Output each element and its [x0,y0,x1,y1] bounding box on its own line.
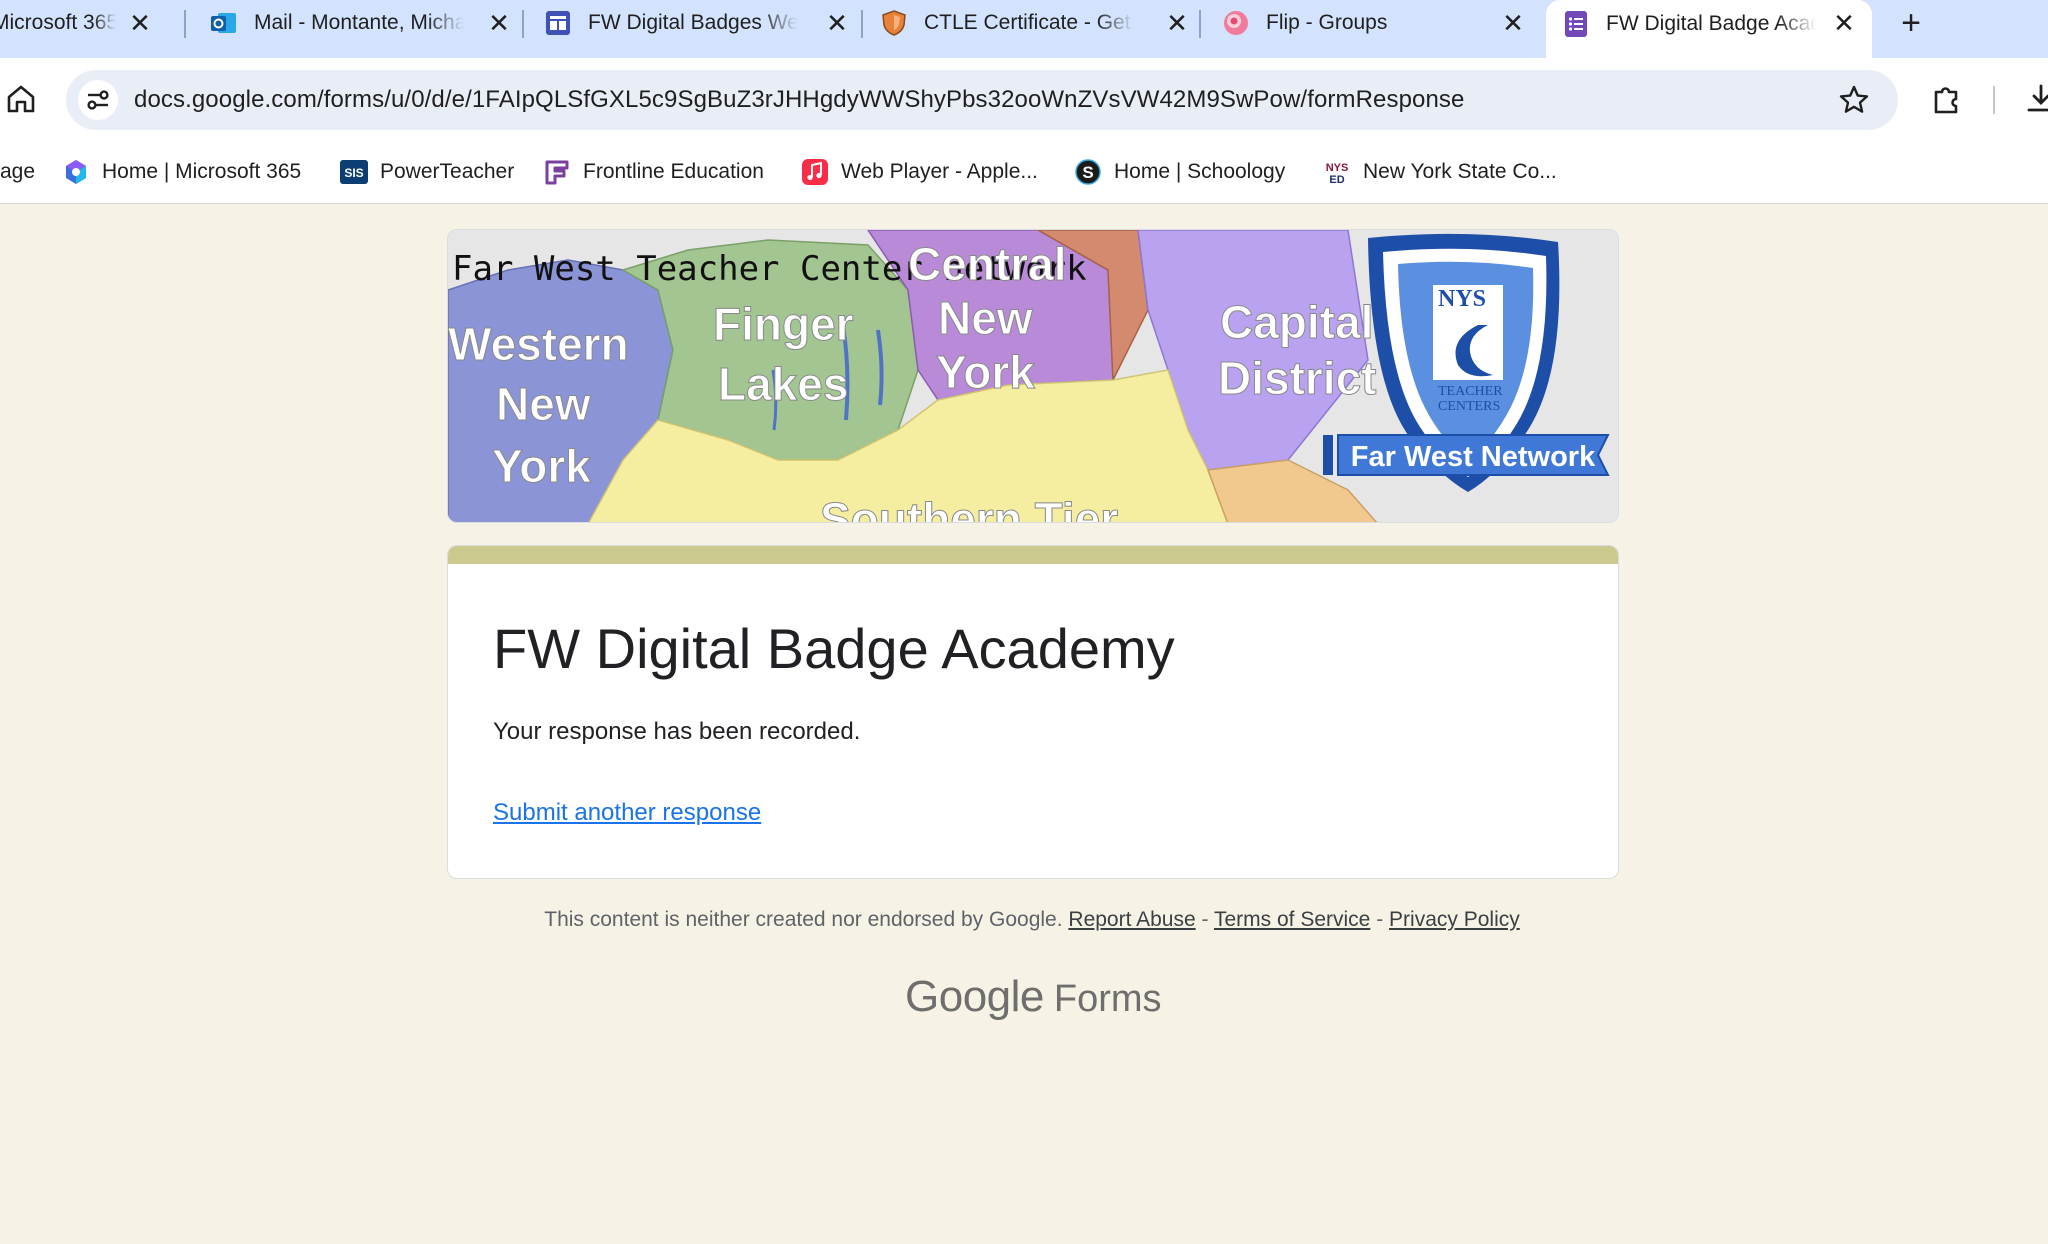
close-tab-icon[interactable]: ✕ [126,9,154,37]
svg-text:TEACHER: TEACHER [1438,384,1503,399]
tab-title: Mail - Montante, Michael [254,11,464,34]
footer-separator: - [1376,908,1384,931]
bookmark-label: Web Player - Apple... [841,160,1038,183]
label-finger: Finger [713,298,854,350]
schoology-icon: S [1074,158,1102,186]
svg-text:ED: ED [1329,174,1344,186]
sis-icon: SIS [340,158,368,186]
form-footer: This content is neither created nor endo… [0,908,2048,932]
brand-forms-text: Forms [1053,978,1162,1020]
new-tab-button[interactable]: + [1892,4,1930,42]
sis-badge-text: SIS [344,166,363,180]
form-header-banner: Far West Teacher Center network Western … [447,229,1619,523]
close-tab-icon[interactable]: ✕ [1830,9,1858,37]
privacy-policy-link[interactable]: Privacy Policy [1389,908,1520,931]
label-district: District [1218,352,1376,404]
tab-title: FW Digital Badges Website [588,11,798,34]
svg-text:CENTERS: CENTERS [1438,399,1500,414]
footer-disclaimer: This content is neither created nor endo… [544,908,1063,931]
tab-flip-groups[interactable]: Flip - Groups ✕ [1206,0,1541,46]
footer-separator: - [1201,908,1209,931]
form-title: FW Digital Badge Academy [493,617,1175,680]
tab-strip: Microsoft 365 ✕ Mail - Montante, Michael… [0,0,2048,58]
extensions-puzzle-icon[interactable] [1930,82,1964,116]
bookmark-web-player-apple[interactable]: Web Player - Apple... [801,156,1038,188]
frontline-icon [543,158,571,186]
google-forms-icon [1562,10,1590,38]
bookmark-powerteacher[interactable]: SIS PowerTeacher [340,156,514,188]
tab-title: FW Digital Badge Academy [1606,12,1816,35]
apple-music-icon [801,158,829,186]
tab-fw-digital-badge-academy[interactable]: FW Digital Badge Academy ✕ [1546,0,1872,58]
close-tab-icon[interactable]: ✕ [485,9,513,37]
schoology-glyph: S [1082,163,1093,182]
tab-separator [861,10,863,38]
label-new-1: New [496,378,591,430]
address-bar[interactable]: docs.google.com/forms/u/0/d/e/1FAIpQLSfG… [66,70,1898,130]
bookmark-label: age [0,160,36,183]
nysed-icon: NYS ED [1323,158,1351,186]
close-tab-icon[interactable]: ✕ [1499,9,1527,37]
tab-title: Microsoft 365 [0,11,116,34]
site-settings-icon[interactable] [78,80,118,120]
google-sites-icon [544,9,572,37]
tab-mail[interactable]: Mail - Montante, Michael ✕ [192,0,527,46]
bookmark-home-schoology[interactable]: S Home | Schoology [1074,156,1285,188]
label-southern-tier: Southern Tier [820,493,1118,523]
logo-ribbon-text: Far West Network [1351,441,1596,473]
bookmark-label: New York State Co... [1363,160,1557,183]
response-recorded-message: Your response has been recorded. [493,718,861,745]
svg-text:NYS: NYS [1438,286,1486,312]
browser-toolbar: docs.google.com/forms/u/0/d/e/1FAIpQLSfG… [0,58,2048,142]
outlook-icon [210,9,238,37]
google-forms-logo[interactable]: Google Forms [905,972,1162,1022]
label-york-1: York [492,440,591,492]
home-icon[interactable] [4,82,38,116]
flip-icon [1222,9,1250,37]
url-text[interactable]: docs.google.com/forms/u/0/d/e/1FAIpQLSfG… [134,86,1464,114]
close-tab-icon[interactable]: ✕ [823,9,851,37]
submit-another-response-link[interactable]: Submit another response [493,799,761,827]
far-west-network-map-image: Far West Teacher Center network Western … [448,230,1618,523]
tab-fw-digital-badges-website[interactable]: FW Digital Badges Website ✕ [530,0,865,46]
form-response-card: FW Digital Badge Academy Your response h… [447,545,1619,879]
toolbar-divider [1993,86,1995,114]
shield-orange-icon [880,9,908,37]
bookmark-frontline-education[interactable]: Frontline Education [543,156,764,188]
bookmark-label: Home | Microsoft 365 [102,160,302,183]
tab-separator [522,10,524,38]
tab-ctle-certificate[interactable]: CTLE Certificate - Get ✕ [870,0,1205,46]
svg-text:NYS: NYS [1326,162,1349,174]
terms-of-service-link[interactable]: Terms of Service [1214,908,1370,931]
label-capital: Capital [1220,296,1373,348]
microsoft-365-icon [62,158,90,186]
tab-separator [184,10,186,38]
bookmark-new-york-state[interactable]: NYS ED New York State Co... [1323,156,1557,188]
label-western: Western [448,318,629,370]
brand-google-text: Google [905,972,1044,1021]
label-york-2: York [936,346,1035,398]
label-lakes: Lakes [718,358,848,410]
card-accent-bar [448,546,1618,564]
bookmark-label: PowerTeacher [380,160,515,183]
report-abuse-link[interactable]: Report Abuse [1068,908,1195,931]
tab-separator [1199,10,1201,38]
tab-title: Flip - Groups [1266,11,1388,34]
bookmark-label: Home | Schoology [1114,160,1286,183]
label-new-2: New [938,292,1033,344]
close-tab-icon[interactable]: ✕ [1163,9,1191,37]
bookmarks-bar: age Home | Microsoft 365 SIS PowerTeache… [0,142,2048,204]
bookmark-home-microsoft-365[interactable]: Home | Microsoft 365 [62,156,301,188]
bookmark-item[interactable]: age [0,156,35,188]
bookmark-label: Frontline Education [583,160,764,183]
tab-microsoft-365[interactable]: Microsoft 365 ✕ [0,0,168,46]
bookmark-star-icon[interactable] [1838,84,1870,116]
tab-title: CTLE Certificate - Get [924,11,1131,34]
label-central: Central [908,238,1066,290]
download-icon[interactable] [2024,82,2048,116]
